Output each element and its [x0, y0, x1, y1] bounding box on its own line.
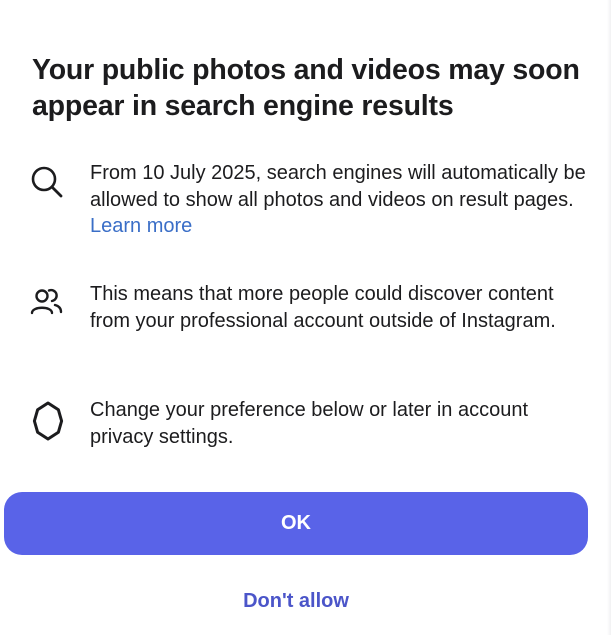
learn-more-link[interactable]: Learn more	[90, 215, 192, 237]
info-text-search-engines: From 10 July 2025, search engines will a…	[90, 160, 595, 240]
dont-allow-button[interactable]: Don't allow	[4, 584, 588, 618]
dialog-title: Your public photos and videos may soon a…	[32, 54, 580, 122]
info-text-preference: Change your preference below or later in…	[90, 399, 529, 448]
info-text-search-engines-body: From 10 July 2025, search engines will a…	[90, 162, 586, 211]
right-edge-shadow	[607, 0, 611, 635]
people-icon	[28, 285, 68, 325]
search-icon	[28, 164, 68, 204]
gear-icon	[28, 401, 68, 441]
ok-button[interactable]: OK	[4, 492, 588, 555]
info-text-discover: This means that more people could discov…	[90, 283, 556, 332]
